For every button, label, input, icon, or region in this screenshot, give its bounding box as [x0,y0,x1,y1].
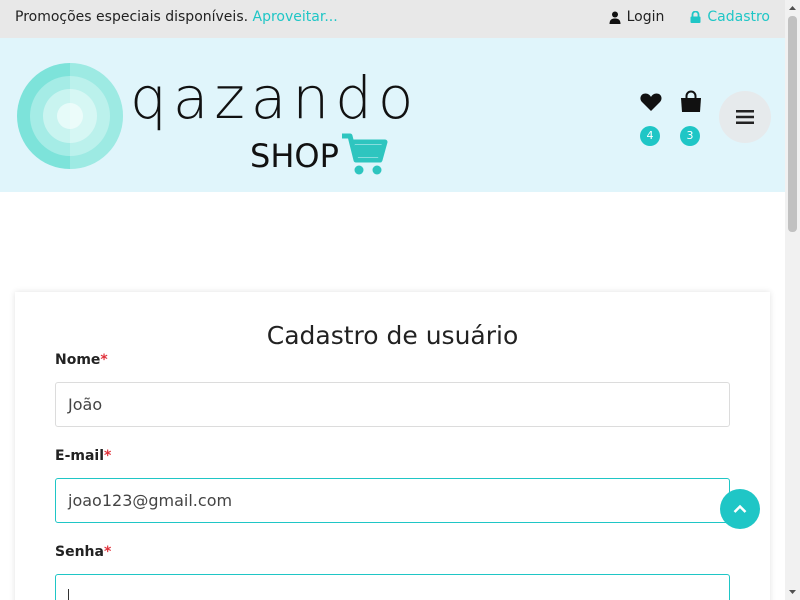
password-field[interactable] [55,574,730,600]
required-mark: * [100,352,108,368]
scroll-down-arrow-icon[interactable] [788,588,797,596]
cart-icon [342,133,388,175]
name-field[interactable]: João [55,382,730,427]
site-logo[interactable]: qazando SHOP [16,62,413,182]
wishlist-count-badge: 4 [640,126,660,146]
scrollbar-thumb[interactable] [788,16,797,232]
logo-circle-mark [17,63,123,169]
scroll-up-arrow-icon[interactable] [788,4,797,12]
login-link[interactable]: Login [609,9,665,25]
site-header: qazando SHOP 4 3 [0,38,785,192]
cadastro-label: Cadastro [707,9,770,25]
name-label: Nome* [55,352,108,368]
account-actions: Login Cadastro [609,9,770,25]
required-mark: * [103,544,112,560]
chevron-up-icon [733,504,747,513]
signup-form-card: Cadastro de usuário Nome* João E-mail* j… [15,292,770,600]
cart-count-badge: 3 [680,126,700,146]
user-icon [609,11,621,24]
form-title: Cadastro de usuário [266,321,519,350]
email-label: E-mail* [55,448,112,464]
shopping-bag-icon[interactable] [679,90,703,114]
password-label: Senha* [55,544,112,560]
login-label: Login [626,9,665,25]
text-cursor [68,588,69,600]
heart-icon[interactable] [639,90,663,114]
promo-link[interactable]: Aproveitar... [253,9,338,25]
logo-shop-text: SHOP [250,137,339,175]
lock-icon [690,11,701,23]
menu-icon [736,110,754,124]
required-mark: * [104,448,112,464]
page-scrollbar[interactable] [785,0,800,600]
menu-button[interactable] [719,91,771,143]
promo-text: Promoções especiais disponíveis. [15,9,249,25]
scroll-to-top-button[interactable] [720,489,760,529]
top-bar: Promoções especiais disponíveis. Aprovei… [0,0,785,38]
promo-banner: Promoções especiais disponíveis. Aprovei… [15,9,338,25]
cadastro-link[interactable]: Cadastro [690,9,770,25]
logo-wordmark: qazando [130,64,420,132]
email-field[interactable]: joao123@gmail.com [55,478,730,523]
